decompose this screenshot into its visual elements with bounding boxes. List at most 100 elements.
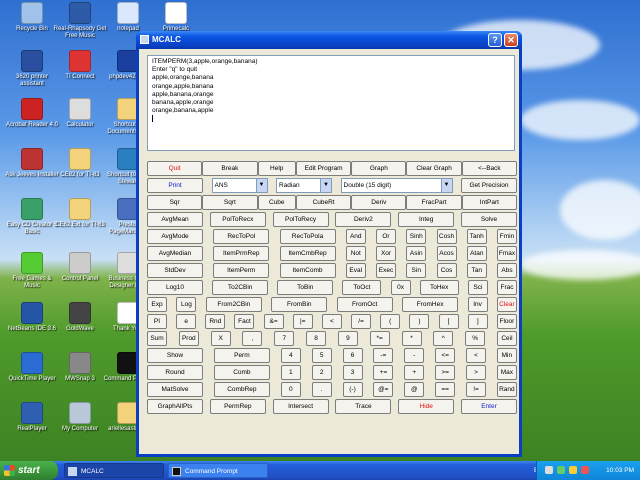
itemprmrep-button[interactable]: ItemPrmRep — [213, 246, 270, 261]
tray-alert-icon[interactable] — [581, 466, 589, 474]
5-button[interactable]: 5 — [311, 348, 332, 363]
cubert-button[interactable]: CubeRt — [295, 195, 352, 210]
or-button[interactable]: Or — [376, 229, 396, 244]
symbol-button[interactable]: &= — [263, 314, 284, 329]
2-button[interactable]: 2 — [311, 365, 332, 380]
poltorecx-button[interactable]: PolToRecx — [209, 212, 266, 227]
prod-button[interactable]: Prod — [178, 331, 199, 346]
clear-graph-button[interactable]: Clear Graph — [406, 161, 462, 176]
desktop-icon[interactable]: Primecalc — [148, 2, 204, 33]
cube-button[interactable]: Cube — [257, 195, 296, 210]
sqrt-button[interactable]: Sqrt — [202, 195, 258, 210]
fmax-button[interactable]: Fmax — [497, 246, 517, 261]
cos-button[interactable]: Cos — [436, 263, 457, 278]
dropdown-double-15-digit[interactable]: Double (15 digit) ▼ — [340, 178, 453, 193]
rectopola-button[interactable]: RecToPola — [279, 229, 336, 244]
asin-button[interactable]: Asin — [406, 246, 427, 261]
sinh-button[interactable]: Sinh — [406, 229, 427, 244]
edit-program-button[interactable]: Edit Program — [295, 161, 352, 176]
0-button[interactable]: 0 — [280, 382, 301, 397]
frombin-button[interactable]: FromBin — [271, 297, 328, 312]
trace-button[interactable]: Trace — [335, 399, 392, 414]
sum-button[interactable]: Sum — [147, 331, 167, 346]
chevron-down-icon[interactable]: ▼ — [255, 179, 267, 192]
log10-button[interactable]: Log10 — [147, 280, 203, 295]
fact-button[interactable]: Fact — [234, 314, 255, 329]
floor-button[interactable]: Floor — [496, 314, 517, 329]
sin-button[interactable]: Sin — [406, 263, 427, 278]
fracpart-button[interactable]: FracPart — [406, 195, 462, 210]
symbol-button[interactable]: != — [466, 382, 486, 397]
tanh-button[interactable]: Tanh — [466, 229, 487, 244]
taskbar-item-command-prompt[interactable]: Command Prompt — [168, 463, 268, 478]
matsolve-button[interactable]: MatSolve — [147, 382, 203, 397]
quit-button[interactable]: Quit — [147, 161, 203, 176]
comb-button[interactable]: Comb — [213, 365, 270, 380]
start-button[interactable]: start — [0, 461, 58, 480]
to2cbin-button[interactable]: To2CBin — [212, 280, 269, 295]
graphallpts-button[interactable]: GraphAllPts — [147, 399, 203, 414]
stddev-button[interactable]: StdDev — [147, 263, 203, 278]
exp-button[interactable]: Exp — [147, 297, 167, 312]
solve-button[interactable]: Solve — [460, 212, 517, 227]
inv-button[interactable]: Inv — [467, 297, 488, 312]
8-button[interactable]: 8 — [306, 331, 327, 346]
symbol-button[interactable]: ^ — [433, 331, 454, 346]
enter-button[interactable]: Enter — [460, 399, 517, 414]
xor-button[interactable]: Xor — [376, 246, 396, 261]
symbol-button[interactable]: *= — [369, 331, 390, 346]
symbol-button[interactable]: < — [466, 348, 486, 363]
rand-button[interactable]: Rand — [496, 382, 517, 397]
graph-button[interactable]: Graph — [351, 161, 407, 176]
deriv-button[interactable]: Deriv — [351, 195, 407, 210]
itemperm-button[interactable]: ItemPerm — [213, 263, 270, 278]
sqr-button[interactable]: Sqr — [147, 195, 203, 210]
close-button[interactable]: ✕ — [504, 33, 518, 47]
hide-button[interactable]: Hide — [398, 399, 455, 414]
symbol-button[interactable]: . — [311, 382, 332, 397]
intpart-button[interactable]: IntPart — [461, 195, 517, 210]
rectopol-button[interactable]: RecToPol — [213, 229, 270, 244]
rnd-button[interactable]: Rnd — [205, 314, 226, 329]
acos-button[interactable]: Acos — [436, 246, 457, 261]
taskbar-item-mcalc[interactable]: MCALC — [64, 463, 164, 478]
symbol-button[interactable]: % — [465, 331, 486, 346]
atan-button[interactable]: Atan — [466, 246, 487, 261]
get-precision-button[interactable]: Get Precision — [461, 178, 517, 193]
chevron-down-icon[interactable]: ▼ — [440, 179, 452, 192]
title-bar[interactable]: MCALC ? ✕ — [136, 31, 522, 49]
tray-volume-icon[interactable] — [569, 466, 577, 474]
symbol-button[interactable]: - — [404, 348, 425, 363]
not-button[interactable]: Not — [345, 246, 366, 261]
symbol-button[interactable]: + — [404, 365, 425, 380]
avgmean-button[interactable]: AvgMean — [147, 212, 203, 227]
tray-network-icon[interactable] — [545, 466, 553, 474]
itemcomb-button[interactable]: ItemComb — [279, 263, 336, 278]
6-button[interactable]: 6 — [342, 348, 363, 363]
avgmedian-button[interactable]: AvgMedian — [147, 246, 203, 261]
symbol-button[interactable]: -= — [373, 348, 394, 363]
itemcmbrep-button[interactable]: ItemCmbRep — [279, 246, 336, 261]
symbol-button[interactable]: * — [401, 331, 422, 346]
x-button[interactable]: X — [210, 331, 231, 346]
max-button[interactable]: Max — [496, 365, 517, 380]
clock[interactable]: 10:03 PM — [606, 461, 634, 480]
symbol-button[interactable]: @= — [373, 382, 394, 397]
help-button[interactable]: ? — [488, 33, 502, 47]
avgmode-button[interactable]: AvgMode — [147, 229, 203, 244]
fmin-button[interactable]: Fmin — [497, 229, 517, 244]
symbol-button[interactable]: += — [373, 365, 394, 380]
and-button[interactable]: And — [345, 229, 366, 244]
deriv2-button[interactable]: Deriv2 — [335, 212, 392, 227]
symbol-button[interactable]: ] — [467, 314, 488, 329]
chevron-down-icon[interactable]: ▼ — [320, 179, 331, 192]
dropdown-radian[interactable]: Radian ▼ — [276, 178, 332, 193]
sci-button[interactable]: Sci — [467, 280, 488, 295]
frac-button[interactable]: Frac — [496, 280, 517, 295]
permrep-button[interactable]: PermRep — [209, 399, 266, 414]
break-button[interactable]: Break — [202, 161, 258, 176]
tooct-button[interactable]: ToOct — [342, 280, 382, 295]
help-button[interactable]: Help — [257, 161, 296, 176]
dropdown-ans[interactable]: ANS ▼ — [211, 178, 268, 193]
clear-button[interactable]: Clear — [496, 297, 517, 312]
